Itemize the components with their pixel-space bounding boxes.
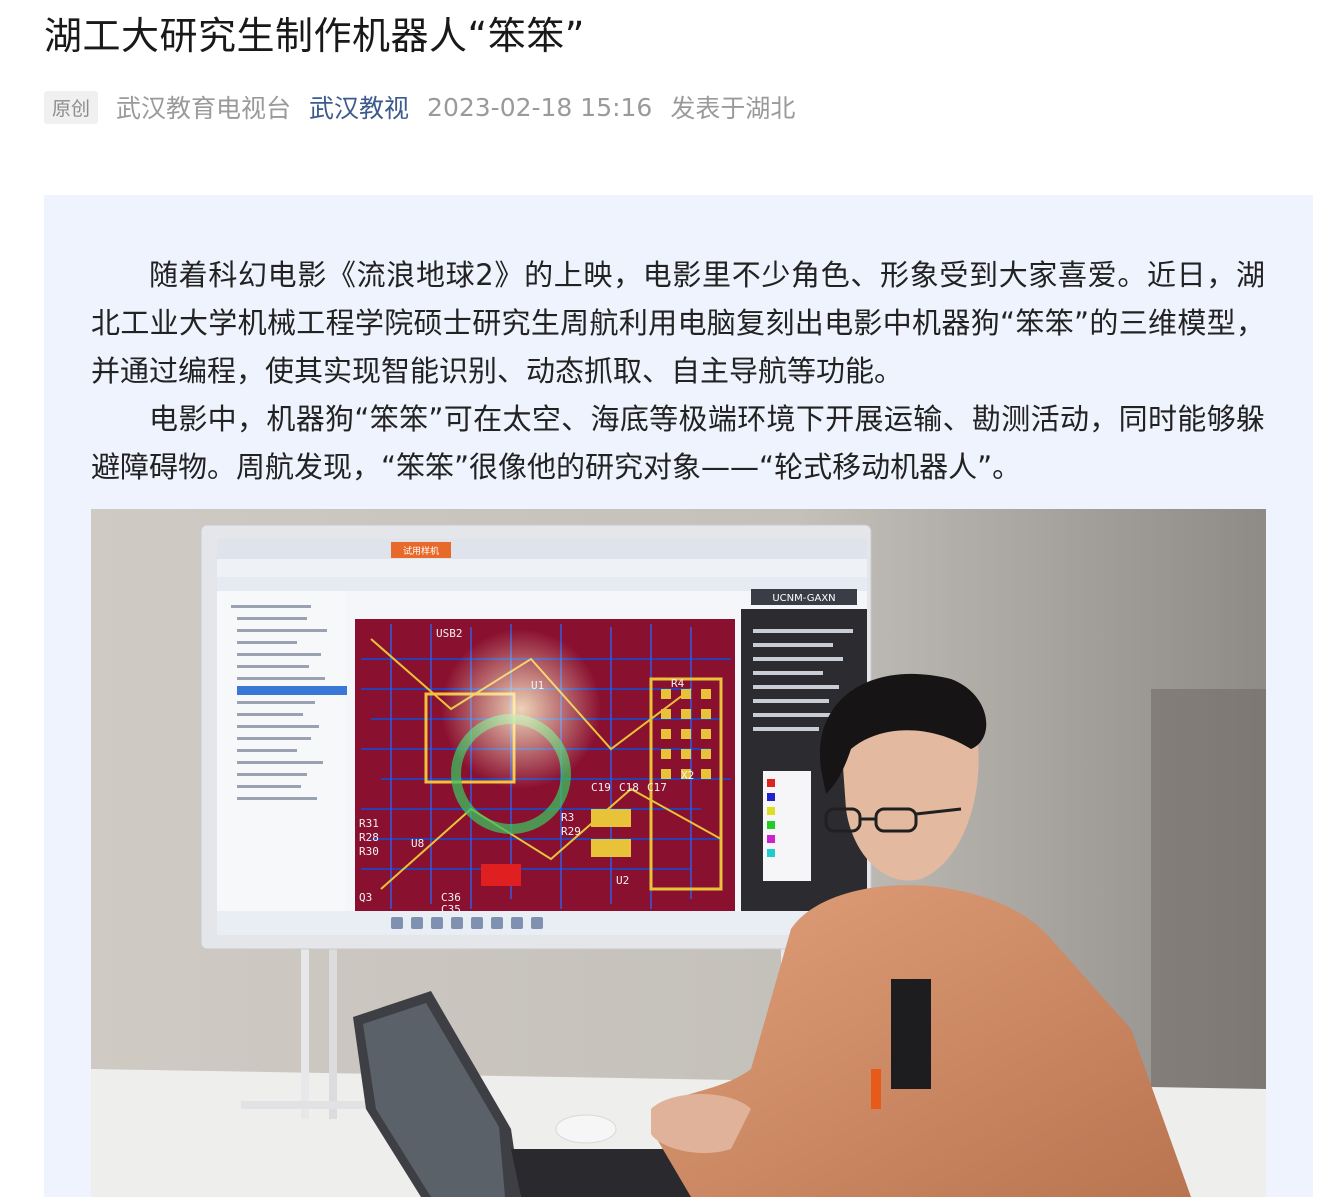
pcb-label-r30: R30 [359,845,379,858]
file-tree-line [237,617,307,620]
screen-glare [441,629,601,789]
browser-address-bar [217,559,867,577]
panel-line [753,629,853,633]
file-tree-line [237,749,297,752]
file-tree-selected-row [237,686,347,695]
pcb-label-c19: C19 [591,781,611,794]
file-tree-line [237,629,327,632]
paragraph-1: 随着科幻电影《流浪地球2》的上映，电影里不少角色、形象受到大家喜爱。近日，湖北工… [91,258,1265,388]
file-tree-line [237,713,303,716]
app-toolbar [217,577,867,591]
panel-line [753,657,843,661]
pcb-label-x2: X2 [681,769,694,782]
panel-line [753,643,833,647]
panel-line [753,699,829,703]
article-content-box: 随着科幻电影《流浪地球2》的上映，电影里不少角色、形象受到大家喜爱。近日，湖北工… [44,195,1313,1197]
file-tree-line [237,785,301,788]
pcb-label-q3: Q3 [359,891,372,904]
computer-mouse [555,1114,617,1144]
panel-line [753,727,819,731]
file-tree-line [237,737,311,740]
article-photo[interactable]: 试用样机 USB2 U1 U8 U2 Q3 R31 R28 R30 R3 R29… [91,509,1266,1197]
article-title: 湖工大研究生制作机器人“笨笨” [44,14,585,58]
pcb-label-r3: R3 [561,811,574,824]
pcb-label-r31: R31 [359,817,379,830]
stand-leg [301,949,309,1119]
pcb-label-usb: USB2 [436,627,463,640]
panel-line [753,671,823,675]
file-tree-line [237,665,309,668]
stand-leg [329,949,337,1119]
pcb-label-u2: U2 [616,874,629,887]
file-tree-line [237,653,321,656]
pcb-label-c18: C18 [619,781,639,794]
pcb-label-r29: R29 [561,825,581,838]
pcb-label-r4: R4 [671,677,685,690]
file-tree-line [237,773,307,776]
jacket-zipper-pull [871,1069,881,1109]
browser-tab-bar [217,539,867,559]
screen-code: UCNM-GAXN [772,593,835,604]
file-tree-line [237,797,317,800]
trial-tab-label: 试用样机 [403,545,439,557]
person-inner-shirt [891,979,931,1089]
file-tree-line [231,605,311,608]
publish-datetime: 2023-02-18 15:16 [427,92,653,122]
original-tag: 原创 [44,90,99,124]
file-tree-line [237,641,297,644]
media-account-link[interactable]: 武汉教视 [309,89,409,125]
pcb-label-r28: R28 [359,831,379,844]
paragraph-2: 电影中，机器狗“笨笨”可在太空、海底等极端环境下开展运输、勘测活动，同时能够躲避… [91,402,1265,484]
file-tree-line [237,725,319,728]
publish-location: 发表于湖北 [670,94,796,123]
pcb-label-u1: U1 [531,679,544,692]
file-tree-line [237,701,315,704]
source-name: 武汉教育电视台 [116,94,292,123]
pcb-label-u8: U8 [411,837,424,850]
panel-line [753,685,839,689]
file-tree-line [237,761,323,764]
pcb-label-c17: C17 [647,781,667,794]
file-tree-line [237,677,325,680]
article-meta: 原创 武汉教育电视台 武汉教视 2023-02-18 15:16 发表于湖北 [44,88,795,126]
